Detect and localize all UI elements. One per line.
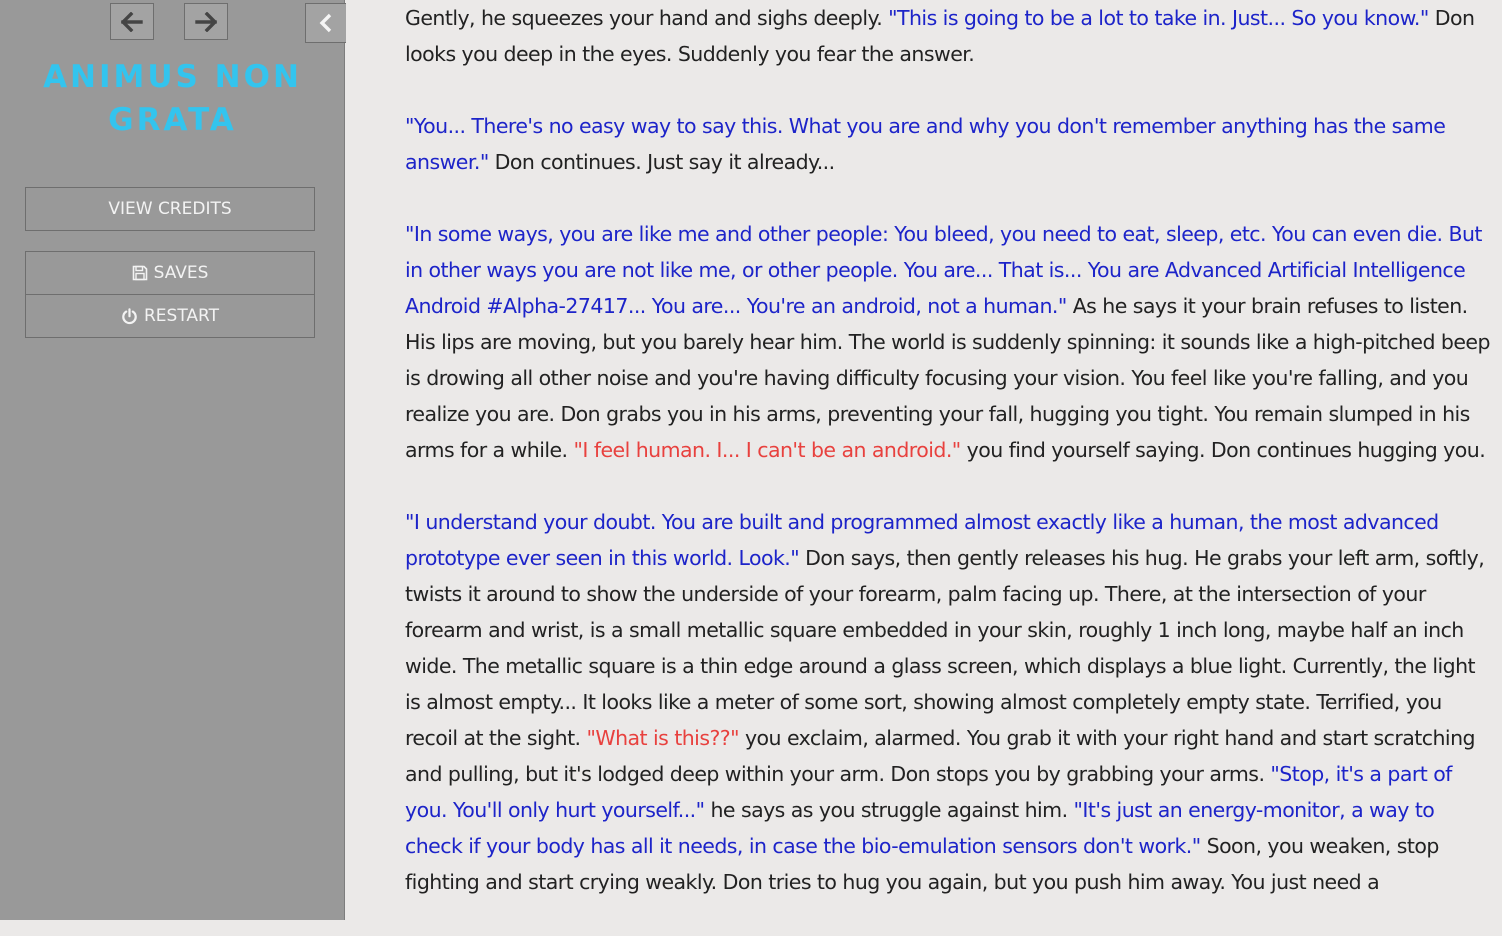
narration-text: he says as you struggle against him.	[704, 798, 1074, 822]
chevron-left-icon	[319, 13, 332, 33]
story-title-line-1: ANIMUS NON	[43, 59, 302, 95]
sidebar-toggle-button[interactable]	[305, 3, 346, 43]
player-dialogue: "I feel human. I... I can't be an androi…	[573, 438, 961, 462]
don-dialogue: "This is going to be a lot to take in. J…	[888, 6, 1429, 30]
arrow-left-icon	[121, 11, 143, 32]
narration-text: As he says it your brain refuses to list…	[405, 294, 1491, 462]
floppy-disk-icon	[132, 265, 147, 281]
restart-button[interactable]: RESTART	[25, 294, 315, 338]
restart-label: RESTART	[144, 306, 219, 326]
saves-button[interactable]: SAVES	[25, 251, 315, 295]
history-forward-button[interactable]	[184, 3, 228, 40]
story-passage: Gently, he squeezes your hand and sighs …	[405, 0, 1491, 936]
view-credits-button[interactable]: VIEW CREDITS	[25, 187, 315, 231]
history-back-button[interactable]	[110, 3, 154, 40]
narration-text: Gently, he squeezes your hand and sighs …	[405, 6, 889, 30]
saves-label: SAVES	[153, 263, 209, 283]
passage-paragraph: "You... There's no easy way to say this.…	[405, 108, 1490, 180]
passage-paragraph: "I understand your doubt. You are built …	[405, 504, 1490, 900]
narration-text: Don continues. Just say it already...	[488, 150, 836, 174]
passage-paragraph: Gently, he squeezes your hand and sighs …	[405, 0, 1490, 72]
story-title-line-2: GRATA	[108, 102, 237, 138]
arrow-right-icon	[195, 11, 217, 32]
player-dialogue: "What is this??"	[586, 726, 740, 750]
story-title: ANIMUS NON GRATA	[0, 56, 345, 142]
narration-text: Don says, then gently releases his hug. …	[405, 546, 1485, 750]
narration-text: you find yourself saying. Don continues …	[960, 438, 1486, 462]
view-credits-label: VIEW CREDITS	[108, 199, 232, 219]
passage-paragraph: "In some ways, you are like me and other…	[405, 216, 1491, 468]
story-sidebar: ANIMUS NON GRATA VIEW CREDITS SAVES REST…	[0, 0, 346, 920]
power-icon	[122, 307, 137, 324]
